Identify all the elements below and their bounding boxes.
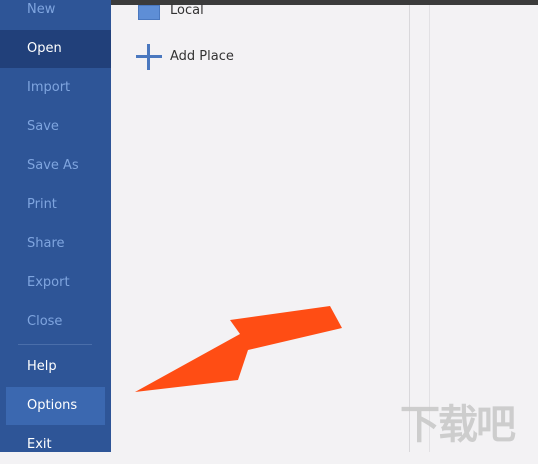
place-local[interactable]: Local xyxy=(170,3,204,18)
add-place-plus-icon xyxy=(136,44,162,70)
menu-item-save-as[interactable]: Save As xyxy=(0,147,111,185)
menu-item-close[interactable]: Close xyxy=(0,303,111,341)
menu-divider xyxy=(18,344,92,345)
place-add-place[interactable]: Add Place xyxy=(170,49,234,64)
menu-item-options[interactable]: Options xyxy=(6,387,105,425)
menu-item-save[interactable]: Save xyxy=(0,108,111,146)
annotation-arrow-icon xyxy=(135,306,342,392)
menu-item-import[interactable]: Import xyxy=(0,69,111,107)
menu-item-help[interactable]: Help xyxy=(0,348,111,386)
menu-item-print[interactable]: Print xyxy=(0,186,111,224)
site-watermark: 下载吧 xyxy=(400,402,516,448)
backstage-sidebar: New Open Import Save Save As Print Share… xyxy=(0,0,111,452)
menu-item-open[interactable]: Open xyxy=(0,30,111,68)
menu-item-exit[interactable]: Exit xyxy=(0,426,111,464)
menu-item-export[interactable]: Export xyxy=(0,264,111,302)
panel-separator xyxy=(429,5,430,452)
menu-item-share[interactable]: Share xyxy=(0,225,111,263)
local-drive-icon xyxy=(138,5,160,20)
menu-item-new[interactable]: New xyxy=(0,0,111,29)
